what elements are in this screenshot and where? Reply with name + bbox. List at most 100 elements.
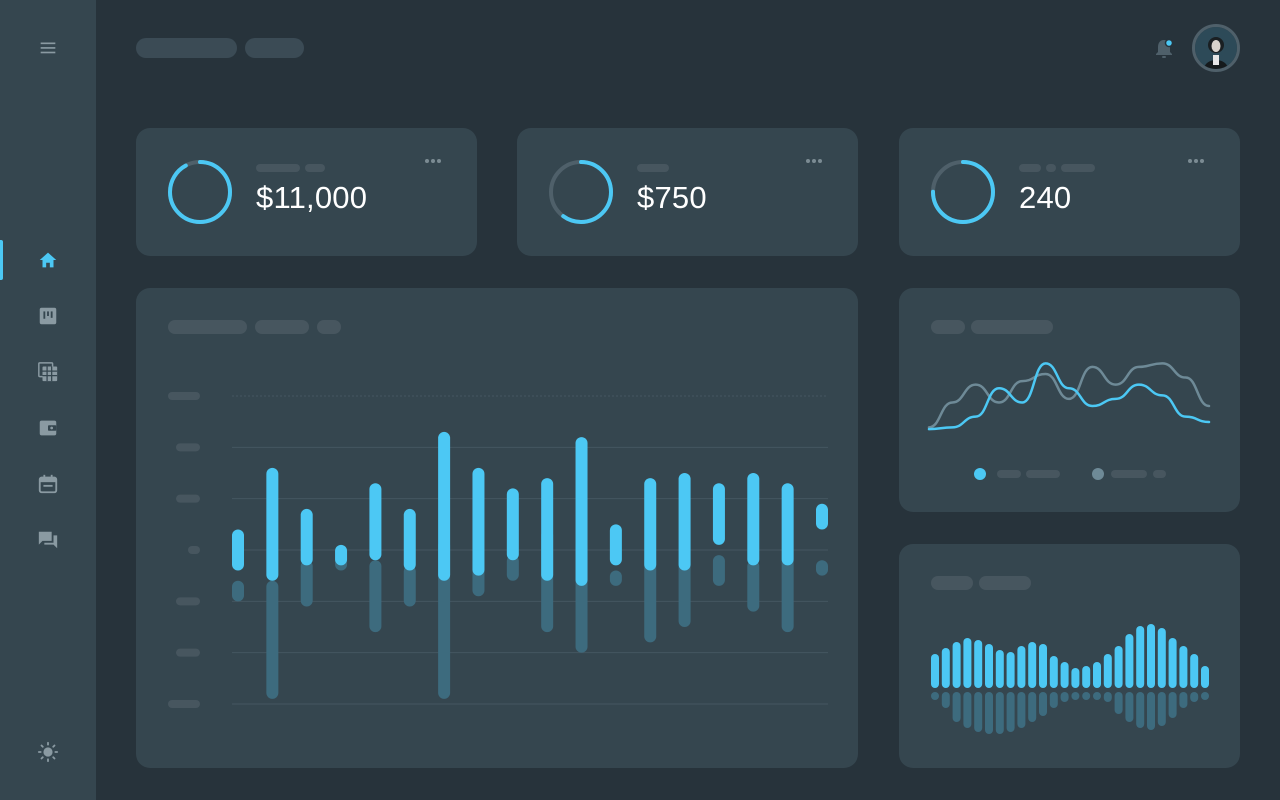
bar-secondary [747, 560, 760, 612]
stat-value: 240 [1019, 180, 1072, 215]
bar-primary [403, 508, 416, 571]
chat-icon[interactable] [36, 528, 60, 552]
line-chart-card [899, 288, 1240, 512]
wave-bar-down [1157, 692, 1166, 726]
wave-bar-up [1125, 634, 1134, 688]
bar-secondary [369, 560, 382, 633]
wave-bar-up [1006, 652, 1015, 688]
wave-bar-down [1179, 692, 1188, 708]
wave-bar-down [1168, 692, 1177, 718]
wave-bar-down [1190, 692, 1199, 702]
bar-primary [472, 467, 485, 576]
wave-bar-down [963, 692, 972, 728]
wave-bar-down [1114, 692, 1123, 714]
bar-primary [369, 483, 382, 561]
bar-primary [541, 478, 554, 581]
wave-bar-down [941, 692, 950, 708]
wave-bar-up [1017, 646, 1026, 688]
line-series-primary [927, 362, 1211, 431]
wave-bar-down [1039, 692, 1047, 716]
active-indicator [0, 240, 3, 280]
progress-ring [168, 160, 232, 224]
wave-bar-up [1136, 626, 1145, 688]
table-icon[interactable] [36, 360, 60, 384]
wave-bar-up [952, 642, 961, 688]
board-icon[interactable] [36, 304, 60, 328]
bell-icon[interactable] [1154, 38, 1174, 60]
label-placeholder [1019, 164, 1041, 172]
wave-bar-down [1028, 692, 1037, 722]
wave-bar-down [1071, 692, 1080, 700]
y-tick-placeholder [168, 392, 200, 400]
bar-primary [266, 467, 279, 581]
user-avatar[interactable] [1192, 24, 1240, 72]
wave-bar-up [1147, 624, 1155, 688]
home-icon[interactable] [36, 248, 60, 272]
menu-icon[interactable] [36, 36, 60, 60]
wave-bar-down [931, 692, 939, 700]
wave-bar-down [1103, 692, 1112, 702]
legend-label-placeholder [997, 470, 1021, 478]
bar-secondary [816, 560, 828, 576]
label-placeholder [1061, 164, 1095, 172]
stat-value: $750 [637, 180, 707, 215]
more-icon[interactable] [806, 158, 822, 164]
wave-bar-up [1201, 666, 1209, 688]
bar-primary [232, 529, 244, 571]
wave-bar-up [1179, 646, 1188, 688]
bar-primary [506, 488, 519, 561]
wallet-icon[interactable] [36, 416, 60, 440]
legend-label-placeholder [1026, 470, 1060, 478]
more-icon[interactable] [425, 158, 441, 164]
wave-bar-down [1017, 692, 1026, 728]
wave-bar-up [931, 654, 939, 688]
calendar-icon[interactable] [36, 472, 60, 496]
wave-bar-up [1114, 646, 1123, 688]
breadcrumb-placeholder-2 [245, 38, 304, 58]
bar-primary [781, 483, 794, 566]
bar-primary [712, 483, 725, 545]
stat-card-1: $11,000 [136, 128, 477, 256]
wave-bar-up [974, 640, 983, 688]
bar-primary [644, 478, 657, 571]
y-tick-placeholder [176, 443, 200, 452]
notification-badge [1164, 38, 1174, 48]
wave-bar-up [1028, 642, 1037, 688]
wave-chart-card [899, 544, 1240, 768]
main-chart-card [136, 288, 858, 768]
wave-bar-up [1157, 628, 1166, 688]
wave-bar-down [1125, 692, 1134, 722]
label-placeholder [305, 164, 325, 172]
bar-primary [816, 503, 828, 530]
stat-card-2: $750 [517, 128, 858, 256]
brightness-icon[interactable] [36, 740, 60, 764]
wave-bar-up [1168, 638, 1177, 688]
breadcrumb-placeholder [136, 38, 237, 58]
wave-bar-down [985, 692, 993, 734]
wave-bar-up [963, 638, 972, 688]
y-tick-placeholder [176, 648, 200, 657]
bar-secondary [300, 560, 313, 607]
wave-bar-up [995, 650, 1004, 688]
legend-label-placeholder [1153, 470, 1166, 478]
stat-value: $11,000 [256, 180, 368, 215]
wave-bar-up [1103, 654, 1112, 688]
wave-bar-up [1071, 668, 1080, 688]
bar-primary [300, 508, 313, 566]
label-placeholder [256, 164, 300, 172]
bar-primary [438, 431, 451, 581]
bar-secondary [609, 570, 622, 586]
legend-label-placeholder [1111, 470, 1147, 478]
wave-bar-down [952, 692, 961, 722]
legend-dot [974, 468, 986, 480]
stat-card-3: 240 [899, 128, 1240, 256]
bar-secondary [781, 555, 794, 633]
wave-bar-chart [931, 624, 1209, 734]
wave-bar-up [985, 644, 993, 688]
label-placeholder [1046, 164, 1056, 172]
more-icon[interactable] [1188, 158, 1204, 164]
progress-ring-fill [168, 160, 232, 224]
label-placeholder [637, 164, 669, 172]
y-tick-placeholder [176, 494, 200, 503]
bar-secondary [232, 580, 244, 602]
